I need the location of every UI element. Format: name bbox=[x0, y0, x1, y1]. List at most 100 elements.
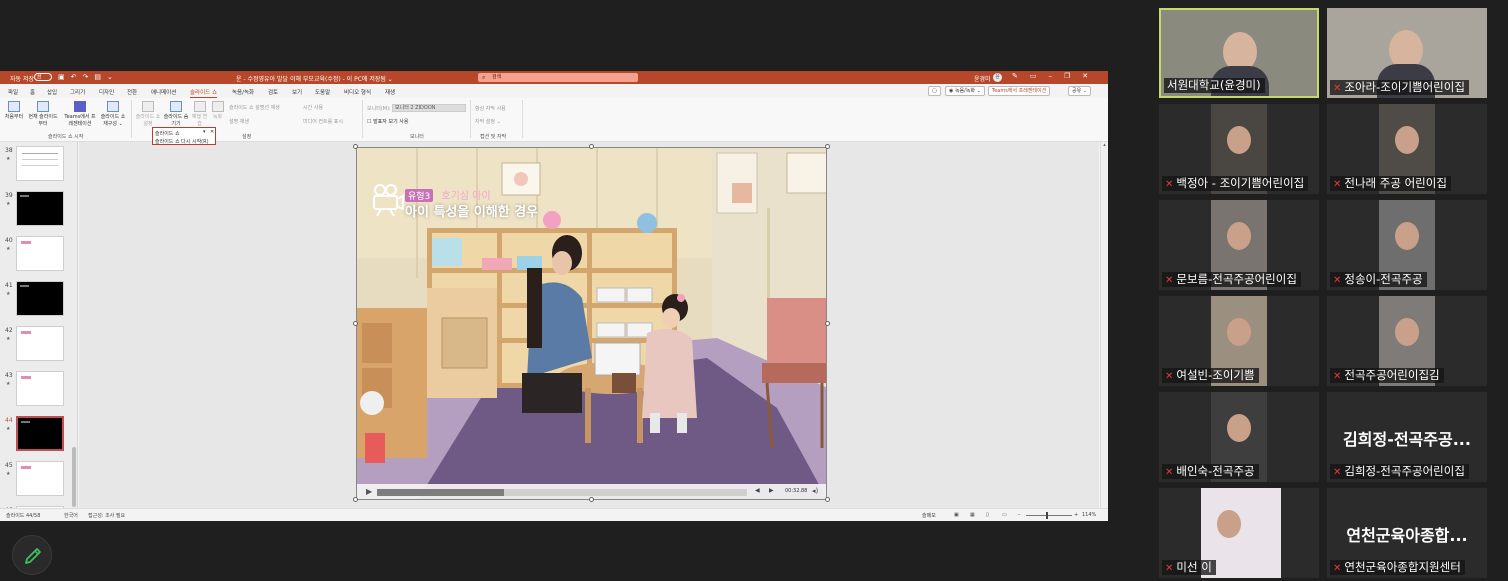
minimize-icon[interactable]: – bbox=[1049, 72, 1053, 80]
slide-thumbnail[interactable] bbox=[16, 191, 64, 226]
slide-thumbnail[interactable] bbox=[16, 326, 64, 361]
save-icon[interactable]: ▣ bbox=[58, 73, 65, 81]
resize-handle[interactable] bbox=[825, 321, 830, 326]
tab-draw[interactable]: 그리기 bbox=[70, 88, 85, 96]
sorter-view-icon[interactable]: ▦ bbox=[970, 512, 975, 518]
teams-present-ribbon-button[interactable]: Teams에서 프레젠테이션 bbox=[63, 101, 97, 127]
tab-record[interactable]: 녹음/녹화 bbox=[232, 88, 254, 96]
slideshow-floating-menu[interactable]: 슬라이드 쇼 ▾ ✕ 슬라이드 쇼 다시 시작(R) bbox=[152, 127, 216, 145]
zoom-out-icon[interactable]: – bbox=[1018, 512, 1021, 518]
search-box[interactable]: ⌕ 검색 bbox=[478, 73, 638, 82]
check-timings[interactable]: 시간 사용 bbox=[303, 104, 323, 111]
slide-thumbnail[interactable] bbox=[16, 416, 64, 451]
ribbon-display-icon[interactable]: ▭ bbox=[1030, 72, 1037, 80]
check-narrations[interactable]: 슬라이드 쇼 설명선 재생 bbox=[229, 104, 280, 111]
resize-handle[interactable] bbox=[589, 144, 594, 149]
more-icon[interactable]: ⌄ bbox=[107, 73, 113, 81]
record-show-button[interactable]: 녹화 bbox=[209, 101, 226, 120]
slide-thumbnail[interactable] bbox=[16, 461, 64, 496]
slide-thumbnail[interactable] bbox=[16, 146, 64, 181]
participant-tile[interactable]: ✕ 조아라-조이기쁨어린이집 bbox=[1327, 8, 1487, 98]
tab-home[interactable]: 홈 bbox=[30, 88, 35, 96]
always-subtitles[interactable]: 항상 자막 사용 bbox=[475, 105, 506, 112]
zoom-slider[interactable] bbox=[1026, 515, 1072, 516]
tab-slideshow[interactable]: 슬라이드 쇼 bbox=[190, 88, 218, 98]
participant-tile[interactable]: ✕ 전나래 주공 어린이집 bbox=[1327, 104, 1487, 194]
video-volume-icon[interactable]: ◂) bbox=[812, 487, 818, 495]
accessibility-status[interactable]: 접근성: 조사 필요 bbox=[88, 512, 125, 519]
hide-slide-button[interactable]: 슬라이드 숨기기 bbox=[163, 101, 189, 127]
share-button[interactable]: 공유 ⌄ bbox=[1068, 86, 1091, 96]
custom-show-button[interactable]: 슬라이드 쇼 재구성 ⌄ bbox=[98, 101, 128, 127]
normal-view-icon[interactable]: ▣ bbox=[954, 512, 959, 518]
participant-tile[interactable]: ✕ 정송이-전곡주공 bbox=[1327, 200, 1487, 290]
resize-handle[interactable] bbox=[353, 321, 358, 326]
close-icon[interactable]: ✕ bbox=[1082, 72, 1088, 80]
restore-icon[interactable]: ❐ bbox=[1064, 72, 1070, 80]
pen-icon[interactable]: ✎ bbox=[1012, 72, 1018, 80]
participant-tile[interactable]: ✕ 전곡주공어린이집김 bbox=[1327, 296, 1487, 386]
resize-handle[interactable] bbox=[589, 497, 594, 502]
resize-handle[interactable] bbox=[825, 144, 830, 149]
tab-playback[interactable]: 재생 bbox=[385, 88, 395, 96]
participant-tile[interactable]: ✕ 여설빈-조이기쁨 bbox=[1159, 296, 1319, 386]
restart-slideshow-item[interactable]: 슬라이드 쇼 다시 시작(R) bbox=[155, 138, 209, 145]
participant-tile[interactable]: ✕ 배인숙-전곡주공 bbox=[1159, 392, 1319, 482]
slide-thumbnail[interactable] bbox=[16, 281, 64, 316]
slide-thumbnail[interactable] bbox=[16, 236, 64, 271]
participant-tile[interactable]: 서원대학교(윤경미) bbox=[1159, 8, 1319, 98]
video-play-icon[interactable]: ▶ bbox=[366, 487, 372, 496]
participant-tile[interactable]: ✕ 문보름-전곡주공어린이집 bbox=[1159, 200, 1319, 290]
current-slide[interactable]: 유형3 호기심 아이 아이 특성을 이해한 경우 ▶ ◀ ▶ 00:32.88 … bbox=[356, 147, 827, 500]
check-play-narration[interactable]: 설명 재생 bbox=[229, 118, 249, 125]
check-media-controls[interactable]: 미디어 컨트롤 표시 bbox=[303, 118, 343, 125]
user-avatar[interactable]: 윤 bbox=[993, 73, 1002, 82]
from-beginning-button[interactable]: 처음부터 bbox=[3, 101, 25, 120]
comments-button[interactable]: ▢ bbox=[928, 86, 941, 96]
tab-view[interactable]: 보기 bbox=[292, 88, 302, 96]
record-button[interactable]: ◉ 녹음/녹화 ⌄ bbox=[945, 86, 985, 96]
tab-video-format[interactable]: 비디오 형식 bbox=[344, 88, 371, 96]
tab-animations[interactable]: 애니메이션 bbox=[151, 88, 176, 96]
tab-insert[interactable]: 삽입 bbox=[47, 88, 57, 96]
teams-present-button[interactable]: Teams에서 프레젠테이션 bbox=[988, 86, 1051, 96]
tab-transitions[interactable]: 전환 bbox=[127, 88, 137, 96]
redo-icon[interactable]: ↷ bbox=[83, 73, 89, 81]
present-icon[interactable]: ▤ bbox=[94, 73, 101, 81]
resize-handle[interactable] bbox=[825, 497, 830, 502]
slideshow-view-icon[interactable]: ▭ bbox=[1002, 512, 1007, 518]
scroll-up-icon[interactable]: ▴ bbox=[1101, 142, 1108, 148]
zoom-in-icon[interactable]: + bbox=[1074, 512, 1078, 518]
reading-view-icon[interactable]: ▯ bbox=[986, 512, 989, 518]
participant-tile[interactable]: 연천군육아종합... ✕ 연천군육아종합지원센터 bbox=[1327, 488, 1487, 578]
notes-button[interactable]: 슬메모 bbox=[922, 512, 936, 519]
menu-close-icon[interactable]: ✕ bbox=[210, 129, 214, 135]
tab-design[interactable]: 디자인 bbox=[99, 88, 114, 96]
annotate-button[interactable] bbox=[12, 535, 52, 575]
rehearse-button[interactable]: 예행 연습 bbox=[191, 101, 208, 127]
undo-icon[interactable]: ↶ bbox=[71, 73, 77, 81]
dropdown-caret-icon[interactable]: ▾ bbox=[203, 129, 206, 135]
canvas-scrollbar[interactable]: ▴ bbox=[1100, 142, 1108, 508]
video-rewind-icon[interactable]: ◀ bbox=[755, 487, 760, 494]
zoom-slider-thumb[interactable] bbox=[1046, 512, 1048, 519]
setup-show-button[interactable]: 슬라이드 쇼 설정 bbox=[134, 101, 162, 127]
presenter-view-checkbox[interactable]: ☐ 발표자 보기 사용 bbox=[367, 118, 408, 125]
video-forward-icon[interactable]: ▶ bbox=[769, 487, 774, 494]
monitor-select[interactable]: 모니터 2 ZIDOON bbox=[392, 104, 466, 112]
participant-tile[interactable]: 김희정-전곡주공... ✕ 김희정-전곡주공어린이집 bbox=[1327, 392, 1487, 482]
slide-thumbnail[interactable] bbox=[16, 371, 64, 406]
thumbnail-scrollbar[interactable] bbox=[72, 447, 76, 507]
tab-file[interactable]: 파일 bbox=[8, 88, 18, 96]
resize-handle[interactable] bbox=[353, 497, 358, 502]
resize-handle[interactable] bbox=[353, 144, 358, 149]
tab-help[interactable]: 도움말 bbox=[315, 88, 330, 96]
zoom-level[interactable]: 114% bbox=[1082, 512, 1096, 518]
subtitle-settings[interactable]: 자막 설정 ⌄ bbox=[475, 118, 501, 125]
participant-tile[interactable]: ✕ 백정아 - 조이기쁨어린이집 bbox=[1159, 104, 1319, 194]
tab-review[interactable]: 검토 bbox=[268, 88, 278, 96]
autosave-toggle[interactable]: 끔 bbox=[34, 73, 52, 81]
participant-tile[interactable]: ✕ 미선 이 bbox=[1159, 488, 1319, 578]
from-current-button[interactable]: 현재 슬라이드부터 bbox=[28, 101, 58, 127]
language-indicator[interactable]: 한국어 bbox=[64, 512, 78, 519]
